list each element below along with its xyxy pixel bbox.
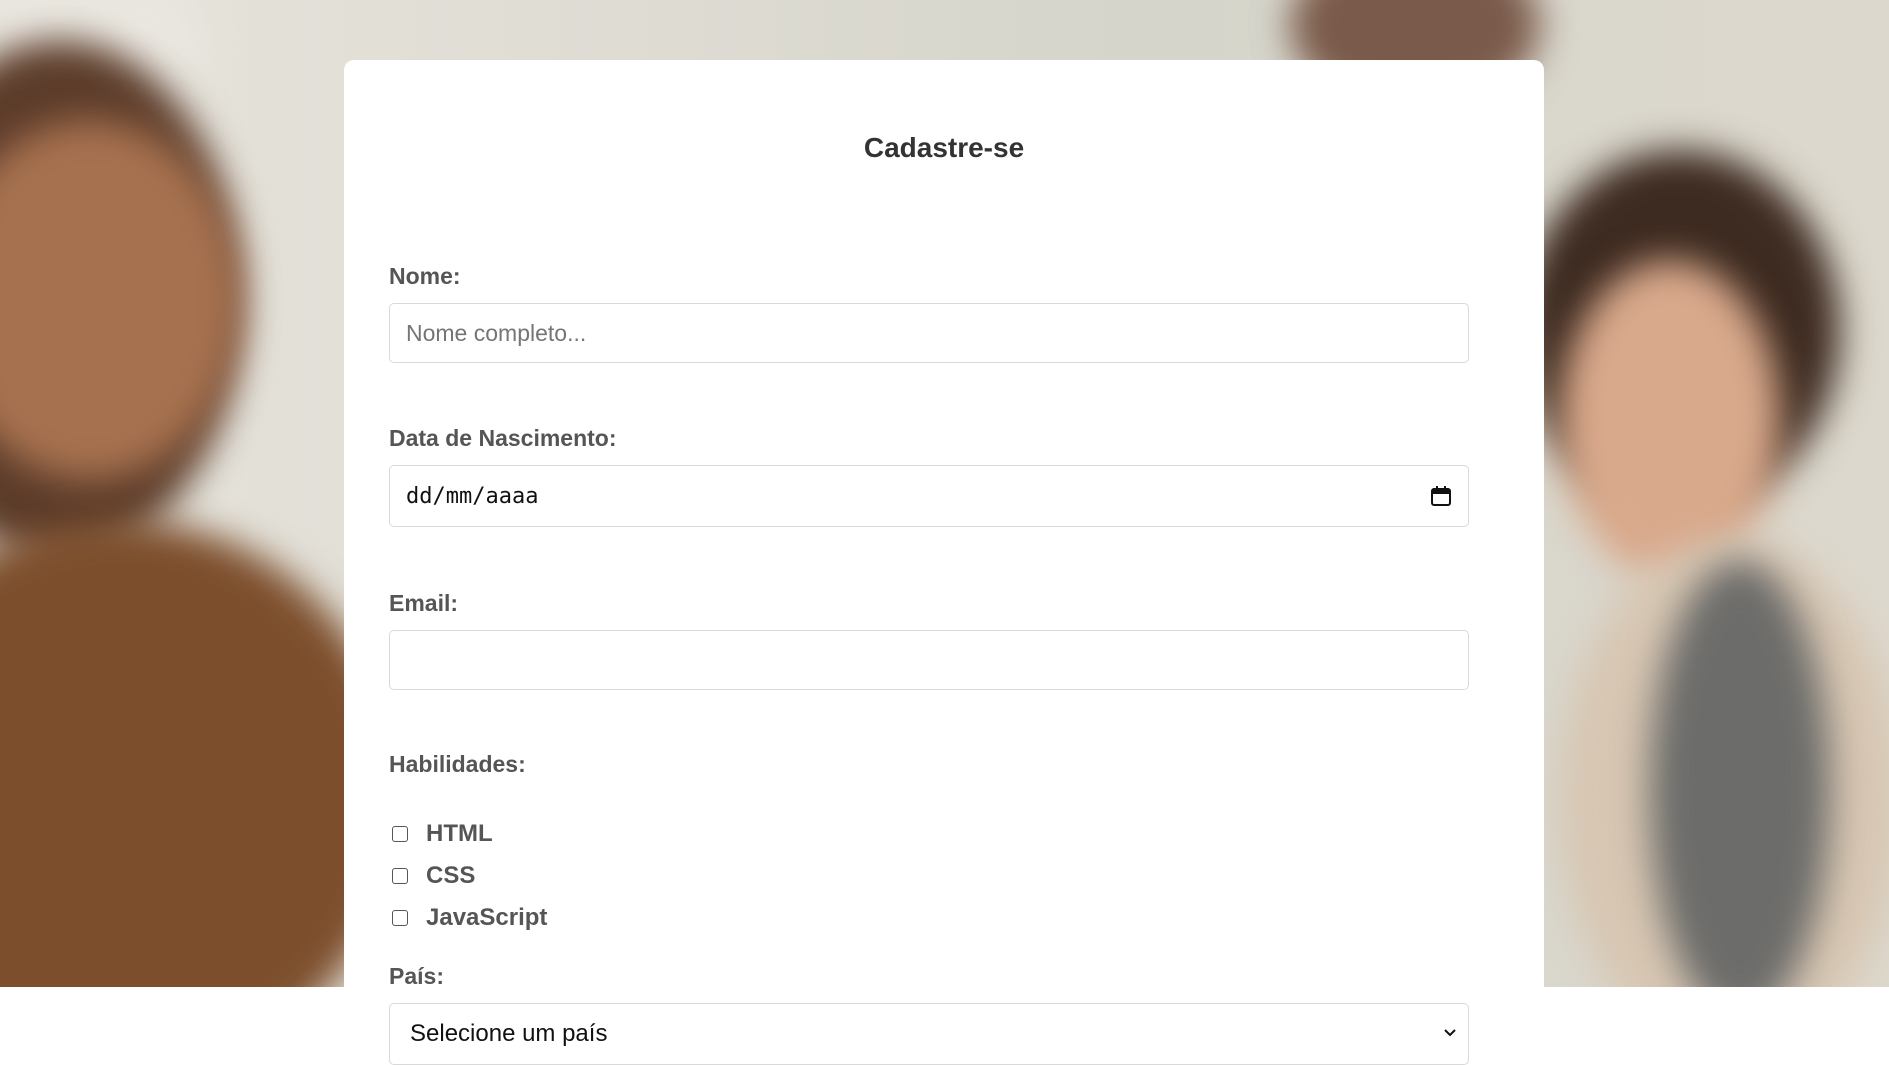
birth-date-placeholder: dd/mm/aaaa: [406, 483, 539, 509]
email-input[interactable]: [389, 630, 1469, 690]
skill-html-option[interactable]: HTML: [392, 820, 493, 848]
name-input[interactable]: [389, 303, 1469, 363]
name-label: Nome:: [389, 263, 461, 289]
skill-css-option[interactable]: CSS: [392, 862, 475, 890]
html-checkbox[interactable]: [392, 826, 408, 842]
chevron-down-icon: [1442, 1024, 1458, 1045]
css-checkbox-label[interactable]: CSS: [426, 862, 475, 890]
form-title: Cadastre-se: [863, 132, 1025, 163]
html-checkbox-label[interactable]: HTML: [426, 820, 493, 848]
javascript-checkbox-label[interactable]: JavaScript: [426, 904, 547, 932]
javascript-checkbox[interactable]: [392, 910, 408, 926]
skill-javascript-option[interactable]: JavaScript: [392, 904, 547, 932]
birth-date-label: Data de Nascimento:: [389, 425, 617, 451]
birth-date-input[interactable]: dd/mm/aaaa: [389, 465, 1469, 527]
country-select-value: Selecione um país: [410, 1020, 608, 1047]
css-checkbox[interactable]: [392, 868, 408, 884]
country-label: País:: [389, 963, 444, 989]
signup-form-card: Cadastre-se Nome: Data de Nascimento: dd…: [344, 60, 1544, 1065]
skills-label: Habilidades:: [389, 751, 526, 777]
calendar-icon[interactable]: [1430, 485, 1452, 507]
email-label: Email:: [389, 590, 459, 616]
country-select[interactable]: Selecione um país: [389, 1003, 1469, 1065]
